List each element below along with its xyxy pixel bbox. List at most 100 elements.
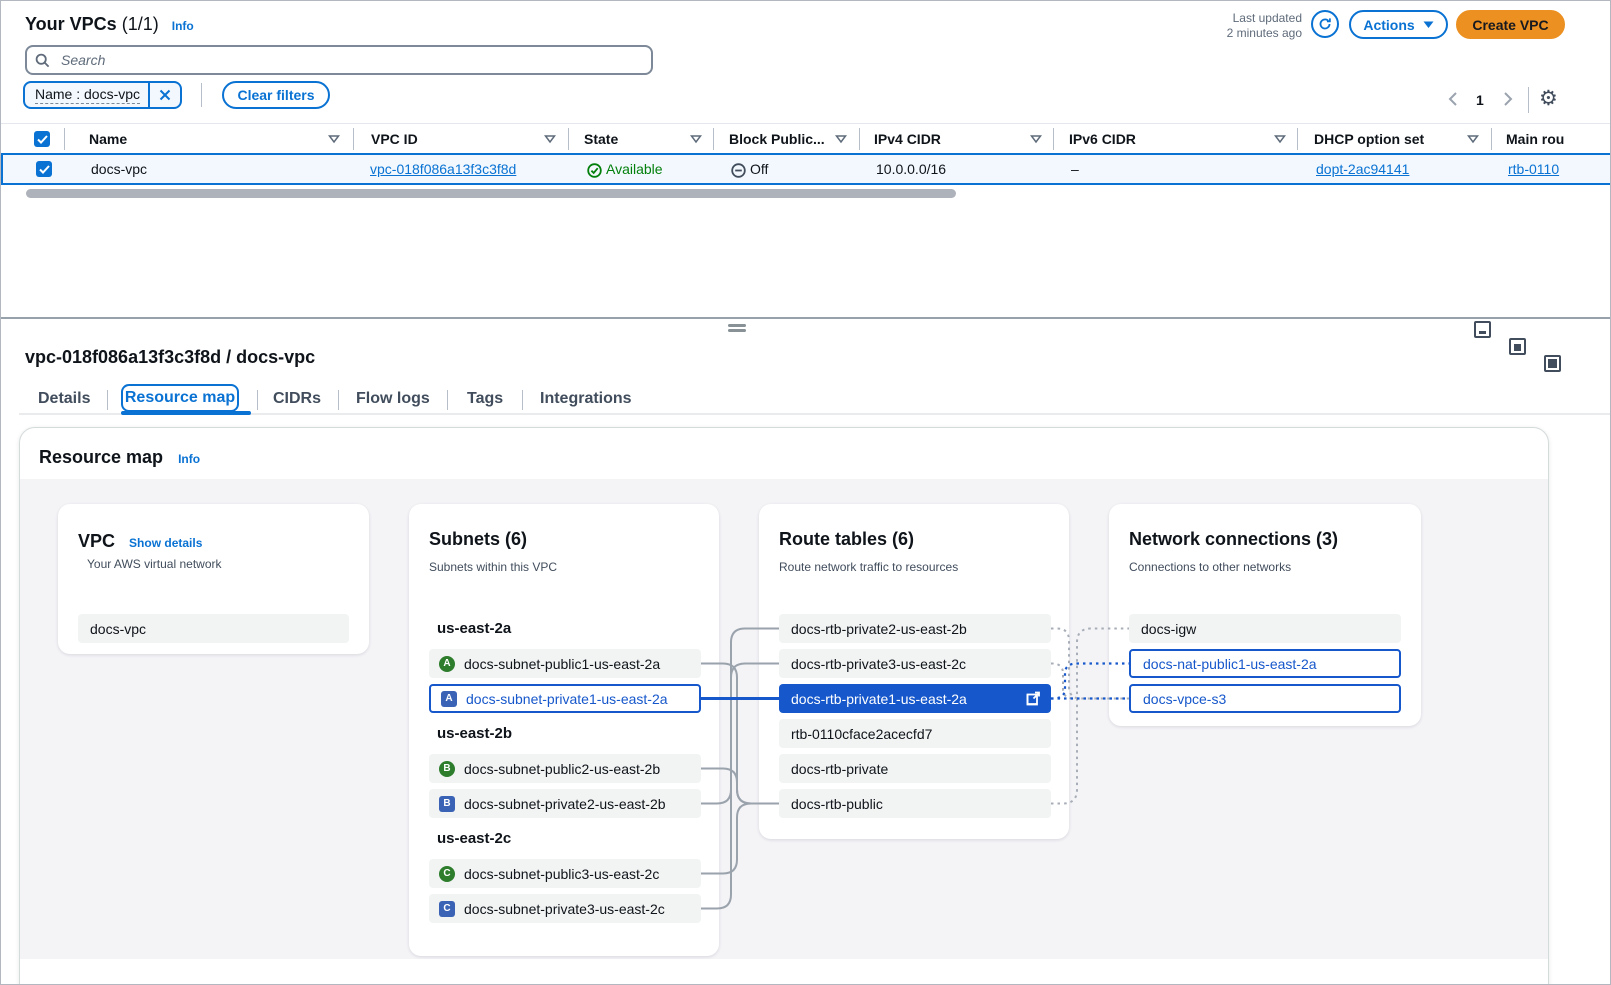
route-table-node-rtb-0110[interactable]: rtb-0110cface2acecfd7 [779,719,1051,748]
subnet-node-label: docs-subnet-private1-us-east-2a [466,691,668,707]
vpc-list-panel: Your VPCs (1/1) Info Last updated 2 minu… [1,1,1611,316]
split-panel-position-bottom-icon[interactable] [1474,321,1491,338]
clear-filters-button[interactable]: Clear filters [222,81,330,109]
column-separator [1053,128,1054,150]
tab-integrations[interactable]: Integrations [540,390,632,408]
status-available-icon [587,163,602,178]
refresh-button[interactable] [1311,10,1339,38]
cell-vpc-id-link[interactable]: vpc-018f086a13f3c3f8d [370,161,516,177]
az-a-badge: A [439,656,455,672]
close-icon [159,89,171,101]
cell-block-public: Off [750,161,768,177]
cell-dhcp-link[interactable]: dopt-2ac94141 [1316,161,1409,177]
page-title-info-link[interactable]: Info [172,19,194,33]
check-icon [39,165,50,174]
last-updated: Last updated 2 minutes ago [1227,11,1302,41]
network-node-vpce-s3[interactable]: docs-vpce-s3 [1129,684,1401,713]
vpc-node-docs-vpc[interactable]: docs-vpc [78,614,349,643]
create-vpc-button[interactable]: Create VPC [1456,10,1565,39]
route-table-node-private3[interactable]: docs-rtb-private3-us-east-2c [779,649,1051,678]
subnet-node-public3[interactable]: C docs-subnet-public3-us-east-2c [429,859,701,888]
tab-separator [107,390,108,410]
route-tables-card-subtitle: Route network traffic to resources [779,560,958,574]
network-node-label: docs-vpce-s3 [1143,691,1226,707]
tab-flow-logs[interactable]: Flow logs [356,390,430,408]
az-b-badge: B [439,796,455,812]
column-header-dhcp: DHCP option set [1314,131,1424,147]
column-header-main-route-table: Main rou [1506,131,1564,147]
filter-state-button[interactable] [690,135,702,144]
column-separator [568,128,569,150]
select-all-checkbox[interactable] [34,131,50,147]
column-separator [713,128,714,150]
filter-token-text: Name : docs-vpc [25,83,148,107]
az-b-badge: B [439,761,455,777]
table-settings-button[interactable]: ⚙ [1539,86,1558,111]
subnet-node-public2[interactable]: B docs-subnet-public2-us-east-2b [429,754,701,783]
split-panel-position-side-icon[interactable] [1509,338,1526,355]
filter-name-button[interactable] [328,135,340,144]
split-panel-drag-handle[interactable] [728,322,746,334]
network-connections-card-subtitle: Connections to other networks [1129,560,1291,574]
resource-map-info-link[interactable]: Info [178,452,200,466]
resource-map-title-text: Resource map [39,447,163,467]
search-input[interactable] [25,45,653,75]
route-table-node-label: docs-rtb-private1-us-east-2a [791,691,967,707]
subnet-node-private2[interactable]: B docs-subnet-private2-us-east-2b [429,789,701,818]
route-table-node-private2[interactable]: docs-rtb-private2-us-east-2b [779,614,1051,643]
column-separator [1491,128,1492,150]
vpc-show-details-link[interactable]: Show details [129,536,202,550]
external-link-icon[interactable] [1026,691,1041,706]
route-table-node-private1-selected[interactable]: docs-rtb-private1-us-east-2a [779,684,1051,713]
vpc-card-subtitle: Your AWS virtual network [87,557,222,571]
row-checkbox[interactable] [36,161,52,177]
filter-token: Name : docs-vpc [23,81,182,109]
filter-dhcp-button[interactable] [1467,135,1479,144]
filter-ipv4-button[interactable] [1030,135,1042,144]
network-node-igw[interactable]: docs-igw [1129,614,1401,643]
cell-main-route-table-link[interactable]: rtb-0110 [1508,161,1559,177]
column-header-name: Name [89,131,127,147]
pagination-current-page[interactable]: 1 [1476,92,1484,108]
subnet-group-us-east-2c: us-east-2c [437,830,511,847]
tab-cidrs[interactable]: CIDRs [273,390,321,408]
tab-tags[interactable]: Tags [467,390,503,408]
route-table-node-label: docs-rtb-private3-us-east-2c [791,656,966,672]
column-header-block-public: Block Public... [729,131,825,147]
tab-resource-map[interactable]: Resource map [121,384,239,412]
subnet-node-label: docs-subnet-private3-us-east-2c [464,901,665,917]
subnet-node-label: docs-subnet-public1-us-east-2a [464,656,660,672]
refresh-icon [1318,17,1332,31]
subnet-node-public1[interactable]: A docs-subnet-public1-us-east-2a [429,649,701,678]
vpc-card-title: VPC Show details [78,531,202,552]
actions-button-label: Actions [1363,17,1414,33]
network-node-nat[interactable]: docs-nat-public1-us-east-2a [1129,649,1401,678]
pagination-next-button[interactable] [1502,91,1514,107]
filter-vpc-id-button[interactable] [544,135,556,144]
column-separator [64,128,65,150]
column-header-ipv6-cidr: IPv6 CIDR [1069,131,1136,147]
route-table-node-label: docs-rtb-public [791,796,883,812]
route-table-node-label: docs-rtb-private2-us-east-2b [791,621,967,637]
filter-token-dismiss-button[interactable] [148,83,180,107]
tabs-bottom-border [19,413,1611,415]
filter-block-public-button[interactable] [835,135,847,144]
route-table-node-public[interactable]: docs-rtb-public [779,789,1051,818]
actions-button[interactable]: Actions [1349,10,1448,39]
split-panel-position-full-icon[interactable] [1544,355,1561,372]
active-tab-underline [121,411,251,415]
pagination-prev-button[interactable] [1447,91,1459,107]
subnet-node-private1-selected[interactable]: A docs-subnet-private1-us-east-2a [429,684,701,713]
vpc-node-label: docs-vpc [90,621,146,637]
horizontal-scrollbar[interactable] [26,189,956,198]
network-node-label: docs-nat-public1-us-east-2a [1143,656,1317,672]
subnets-card-title: Subnets (6) [429,529,527,550]
filter-ipv6-button[interactable] [1274,135,1286,144]
pagination-divider [1528,87,1529,113]
tab-details[interactable]: Details [38,390,90,408]
subnet-node-private3[interactable]: C docs-subnet-private3-us-east-2c [429,894,701,923]
column-header-vpc-id: VPC ID [371,131,418,147]
table-row[interactable]: docs-vpc vpc-018f086a13f3c3f8d Available… [1,153,1611,185]
column-separator [859,128,860,150]
route-table-node-private[interactable]: docs-rtb-private [779,754,1051,783]
